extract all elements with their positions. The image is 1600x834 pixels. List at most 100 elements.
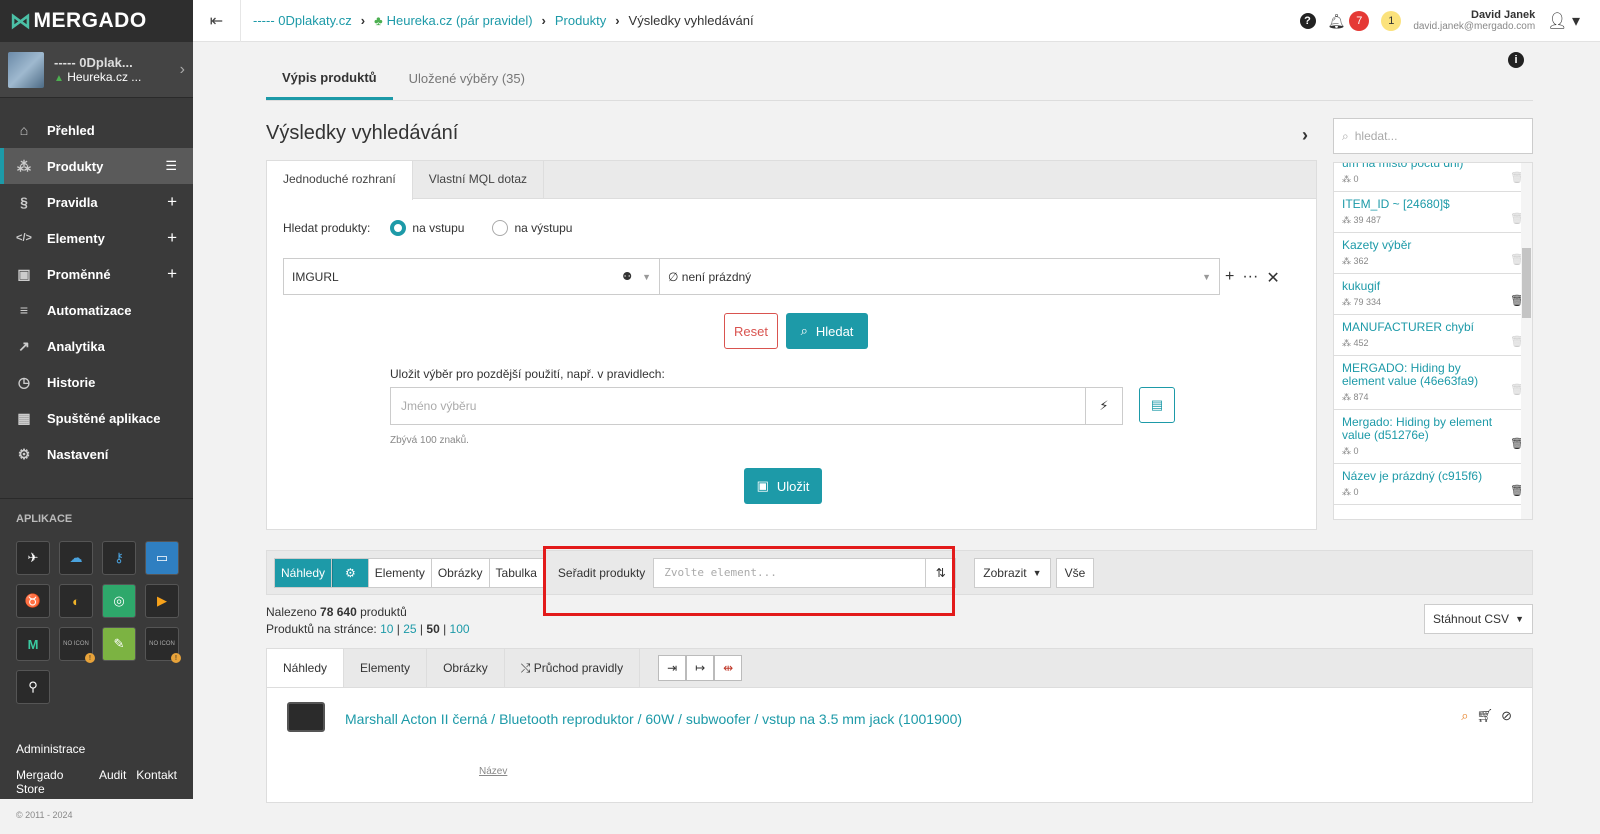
saved-item[interactable]: kukugif ⁂ 79 334 🗑︎ bbox=[1334, 274, 1532, 315]
tab-mql[interactable]: Vlastní MQL dotaz bbox=[413, 161, 545, 198]
nav-automatizace[interactable]: ≡ Automatizace bbox=[0, 292, 193, 328]
view-obrazky[interactable]: Obrázky bbox=[432, 558, 490, 587]
saved-item[interactable]: Kazety výběr ⁂ 362 🗑︎ bbox=[1334, 233, 1532, 274]
app-m-icon[interactable]: M bbox=[16, 627, 50, 661]
app-box-icon[interactable]: ▭ bbox=[145, 541, 179, 575]
audit-link[interactable]: Audit bbox=[99, 768, 126, 796]
view-tabulka[interactable]: Tabulka bbox=[490, 559, 543, 587]
app-bull-icon[interactable]: ♉ bbox=[16, 584, 50, 618]
add-rule-icon[interactable]: + bbox=[167, 192, 177, 212]
scrollbar[interactable] bbox=[1521, 163, 1532, 519]
product-image[interactable] bbox=[287, 702, 325, 732]
element-select[interactable]: IMGURL ⚉ ▼ bbox=[284, 259, 660, 294]
app-circle-icon[interactable]: ◐ bbox=[59, 584, 93, 618]
saved-item-name[interactable]: Název je prázdný (c915f6) bbox=[1342, 470, 1504, 483]
saved-item[interactable]: Mergado: Hiding by element value (d51276… bbox=[1334, 410, 1532, 464]
saved-item[interactable]: MERGADO: Hiding by element value (46e63f… bbox=[1334, 356, 1532, 410]
app-no-icon[interactable]: NO ICON! bbox=[59, 627, 95, 663]
download-csv-button[interactable]: Stáhnout CSV ▼ bbox=[1424, 604, 1533, 634]
app-plane-icon[interactable]: ✈ bbox=[16, 541, 50, 575]
nav-nastaveni[interactable]: ⚙ Nastavení bbox=[0, 436, 193, 472]
product-title[interactable]: Marshall Acton II černá / Bluetooth repr… bbox=[345, 711, 962, 727]
radio-input-label[interactable]: na vstupu bbox=[412, 221, 464, 235]
bell-icon[interactable]: 🔔︎ bbox=[1328, 13, 1346, 30]
user-info[interactable]: David Janek david.janek@mergado.com bbox=[1413, 9, 1535, 33]
app-no-icon-2[interactable]: NO ICON! bbox=[145, 627, 181, 663]
nav-spustene-aplikace[interactable]: ▦ Spuštěné aplikace bbox=[0, 400, 193, 436]
radio-output[interactable] bbox=[492, 220, 509, 236]
nav-elementy[interactable]: </> Elementy + bbox=[0, 220, 193, 256]
add-condition-icon[interactable]: + bbox=[1225, 268, 1234, 288]
compare-icon[interactable]: ⇹ bbox=[714, 655, 743, 681]
nav-analytika[interactable]: ↗ Analytika bbox=[0, 328, 193, 364]
per-page-100[interactable]: 100 bbox=[450, 622, 470, 636]
radio-output-label[interactable]: na výstupu bbox=[514, 221, 572, 235]
app-ring-icon[interactable]: ◎ bbox=[102, 584, 136, 618]
nav-historie[interactable]: ◷ Historie bbox=[0, 364, 193, 400]
saved-item[interactable]: MANUFACTURER chybí ⁂ 452 🗑︎ bbox=[1334, 315, 1532, 356]
magic-wand-icon[interactable]: ⚡︎ bbox=[1085, 388, 1122, 424]
save-name-input[interactable]: Jméno výběru bbox=[391, 388, 1085, 424]
saved-item-name[interactable]: Kazety výběr bbox=[1342, 239, 1504, 252]
nav-prehled[interactable]: ⌂ Přehled bbox=[0, 112, 193, 148]
search-button[interactable]: ⌕ Hledat bbox=[786, 313, 868, 349]
output-icon[interactable]: ↦ bbox=[686, 655, 715, 681]
saved-item-name[interactable]: um na misto poctu dni) bbox=[1342, 163, 1504, 170]
rtab-nahledy[interactable]: Náhledy bbox=[267, 649, 345, 687]
mergado-logo[interactable]: ⋈ MERGADO bbox=[0, 0, 193, 42]
rtab-obrazky[interactable]: Obrázky bbox=[427, 649, 505, 687]
more-icon[interactable]: ··· bbox=[1242, 268, 1258, 288]
saved-item-name[interactable]: kukugif bbox=[1342, 280, 1504, 293]
nav-promenne[interactable]: ▣ Proměnné + bbox=[0, 256, 193, 292]
operator-select[interactable]: ∅ není prázdný ▼ bbox=[660, 259, 1219, 294]
saved-item-name[interactable]: Mergado: Hiding by element value (d51276… bbox=[1342, 416, 1504, 442]
app-key-icon[interactable]: ⚷ bbox=[102, 541, 136, 575]
nav-pravidla[interactable]: § Pravidla + bbox=[0, 184, 193, 220]
zoom-icon[interactable]: ⌕ bbox=[1461, 708, 1468, 724]
radio-input[interactable] bbox=[390, 220, 407, 236]
reset-button[interactable]: Reset bbox=[724, 313, 778, 349]
breadcrumb-shop[interactable]: ----- 0Dplakaty.cz bbox=[253, 13, 352, 28]
nav-produkty[interactable]: ⁂ Produkty ☰ bbox=[0, 148, 193, 184]
saved-search-input[interactable]: ⌕ hledat... bbox=[1333, 118, 1533, 154]
tab-ulozene-vybery[interactable]: Uložené výběry (35) bbox=[393, 71, 541, 100]
admin-link[interactable]: Administrace bbox=[0, 742, 193, 756]
saved-item-name[interactable]: ITEM_ID ~ [24680]$ bbox=[1342, 198, 1504, 211]
view-nahledy[interactable]: Náhledy bbox=[275, 558, 333, 587]
hide-icon[interactable]: ⊘ bbox=[1501, 708, 1512, 724]
app-arrow-icon[interactable]: ▶ bbox=[145, 584, 179, 618]
document-icon[interactable]: ▤ bbox=[1139, 387, 1175, 423]
expand-panel-icon[interactable]: › bbox=[1302, 125, 1308, 146]
app-pencil-icon[interactable]: ✎ bbox=[102, 627, 136, 661]
app-cloud-icon[interactable]: ☁ bbox=[59, 541, 93, 575]
saved-item-name[interactable]: MANUFACTURER chybí bbox=[1342, 321, 1504, 334]
breadcrumb-products[interactable]: Produkty bbox=[555, 13, 606, 28]
view-settings-icon[interactable]: ⚙ bbox=[332, 558, 369, 587]
collapse-sidebar-icon[interactable]: ⇤ bbox=[193, 0, 241, 42]
show-dropdown[interactable]: Zobrazit ▼ bbox=[974, 557, 1051, 588]
rtab-pruchod-pravidly[interactable]: ⤭ Průchod pravidly bbox=[505, 649, 641, 687]
notification-badge-red[interactable]: 7 bbox=[1349, 11, 1370, 31]
all-button[interactable]: Vše bbox=[1055, 557, 1095, 588]
rtab-elementy[interactable]: Elementy bbox=[344, 649, 428, 687]
help-icon[interactable]: ? bbox=[1299, 13, 1316, 29]
remove-condition-icon[interactable]: ✕ bbox=[1266, 268, 1279, 288]
list-icon[interactable]: ☰ bbox=[165, 158, 177, 174]
store-link[interactable]: Mergado Store bbox=[16, 768, 89, 796]
view-elementy[interactable]: Elementy bbox=[369, 558, 432, 587]
saved-item-name[interactable]: MERGADO: Hiding by element value (46e63f… bbox=[1342, 362, 1504, 388]
add-variable-icon[interactable]: + bbox=[167, 264, 177, 284]
input-icon[interactable]: ⇥ bbox=[658, 655, 687, 681]
per-page-25[interactable]: 25 bbox=[403, 622, 416, 636]
scrollbar-thumb[interactable] bbox=[1522, 248, 1531, 318]
saved-item[interactable]: ITEM_ID ~ [24680]$ ⁂ 39 487 🗑︎ bbox=[1334, 192, 1532, 233]
user-avatar-icon[interactable]: 👤︎ ▾ bbox=[1547, 11, 1580, 31]
save-button[interactable]: ▣ Uložit bbox=[744, 468, 822, 504]
shop-switcher[interactable]: ----- 0Dplak... ▲ Heureka.cz ... › bbox=[0, 42, 193, 98]
notification-badge-yellow[interactable]: 1 bbox=[1381, 11, 1402, 31]
saved-item[interactable]: Název je prázdný (c915f6) ⁂ 0 🗑︎ bbox=[1334, 464, 1532, 505]
breadcrumb-feed[interactable]: Heureka.cz (pár pravidel) bbox=[387, 13, 533, 28]
per-page-10[interactable]: 10 bbox=[380, 622, 393, 636]
tab-simple[interactable]: Jednoduché rozhraní bbox=[267, 161, 413, 200]
app-brush-icon[interactable]: ⚲ bbox=[16, 670, 50, 704]
